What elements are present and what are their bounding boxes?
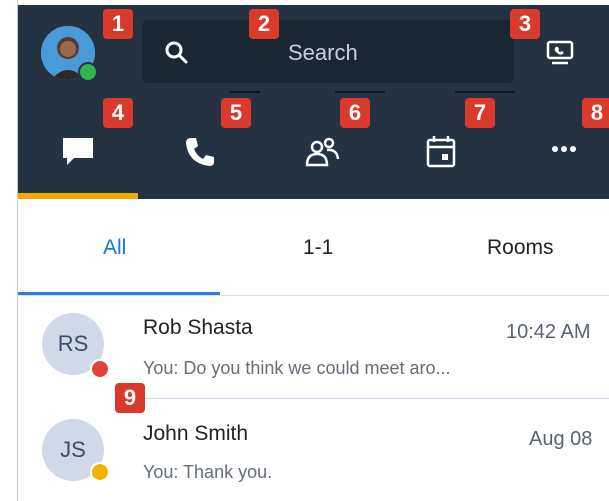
- row-divider: [140, 398, 609, 399]
- contact-name: Rob Shasta: [143, 316, 253, 339]
- nav-more-icon[interactable]: [549, 143, 581, 155]
- callout-badge-4: 4: [103, 98, 133, 128]
- header-separator: [335, 91, 385, 93]
- callout-badge-2: 2: [249, 9, 279, 39]
- message-time: Aug 08: [529, 428, 593, 450]
- message-time: 10:42 AM: [506, 321, 591, 343]
- callout-badge-6: 6: [340, 98, 370, 128]
- callout-badge-9: 9: [115, 383, 145, 413]
- callout-badge-1: 1: [103, 9, 133, 39]
- message-preview: You: Do you think we could meet aro...: [143, 358, 451, 378]
- search-placeholder: Search: [288, 40, 358, 65]
- callout-badge-5: 5: [221, 98, 251, 128]
- tab-all[interactable]: All: [103, 236, 126, 260]
- header-separator: [230, 91, 260, 93]
- search-icon[interactable]: [162, 38, 192, 68]
- header-separator: [455, 91, 515, 93]
- message-preview: You: Thank you.: [143, 462, 273, 482]
- callout-badge-7: 7: [465, 98, 495, 128]
- callout-badge-8: 8: [582, 98, 609, 128]
- tab-one-to-one[interactable]: 1-1: [303, 236, 333, 260]
- nav-calls-icon[interactable]: [183, 135, 217, 169]
- presence-busy-icon: [90, 359, 110, 379]
- presence-available-icon: [78, 62, 98, 82]
- teams-client: Search 1 2 3 4 5 6 7 8 All 1-1 Rooms RS …: [0, 0, 609, 501]
- active-tab-underline: [18, 292, 220, 295]
- callout-badge-3: 3: [510, 9, 540, 39]
- presence-away-icon: [90, 462, 110, 482]
- screen-share-icon[interactable]: [546, 40, 574, 66]
- nav-contacts-icon[interactable]: [303, 135, 343, 169]
- nav-calendar-icon[interactable]: [425, 134, 457, 170]
- contact-name: John Smith: [143, 422, 249, 445]
- tab-rooms[interactable]: Rooms: [487, 236, 554, 260]
- nav-chat-icon[interactable]: [60, 135, 96, 169]
